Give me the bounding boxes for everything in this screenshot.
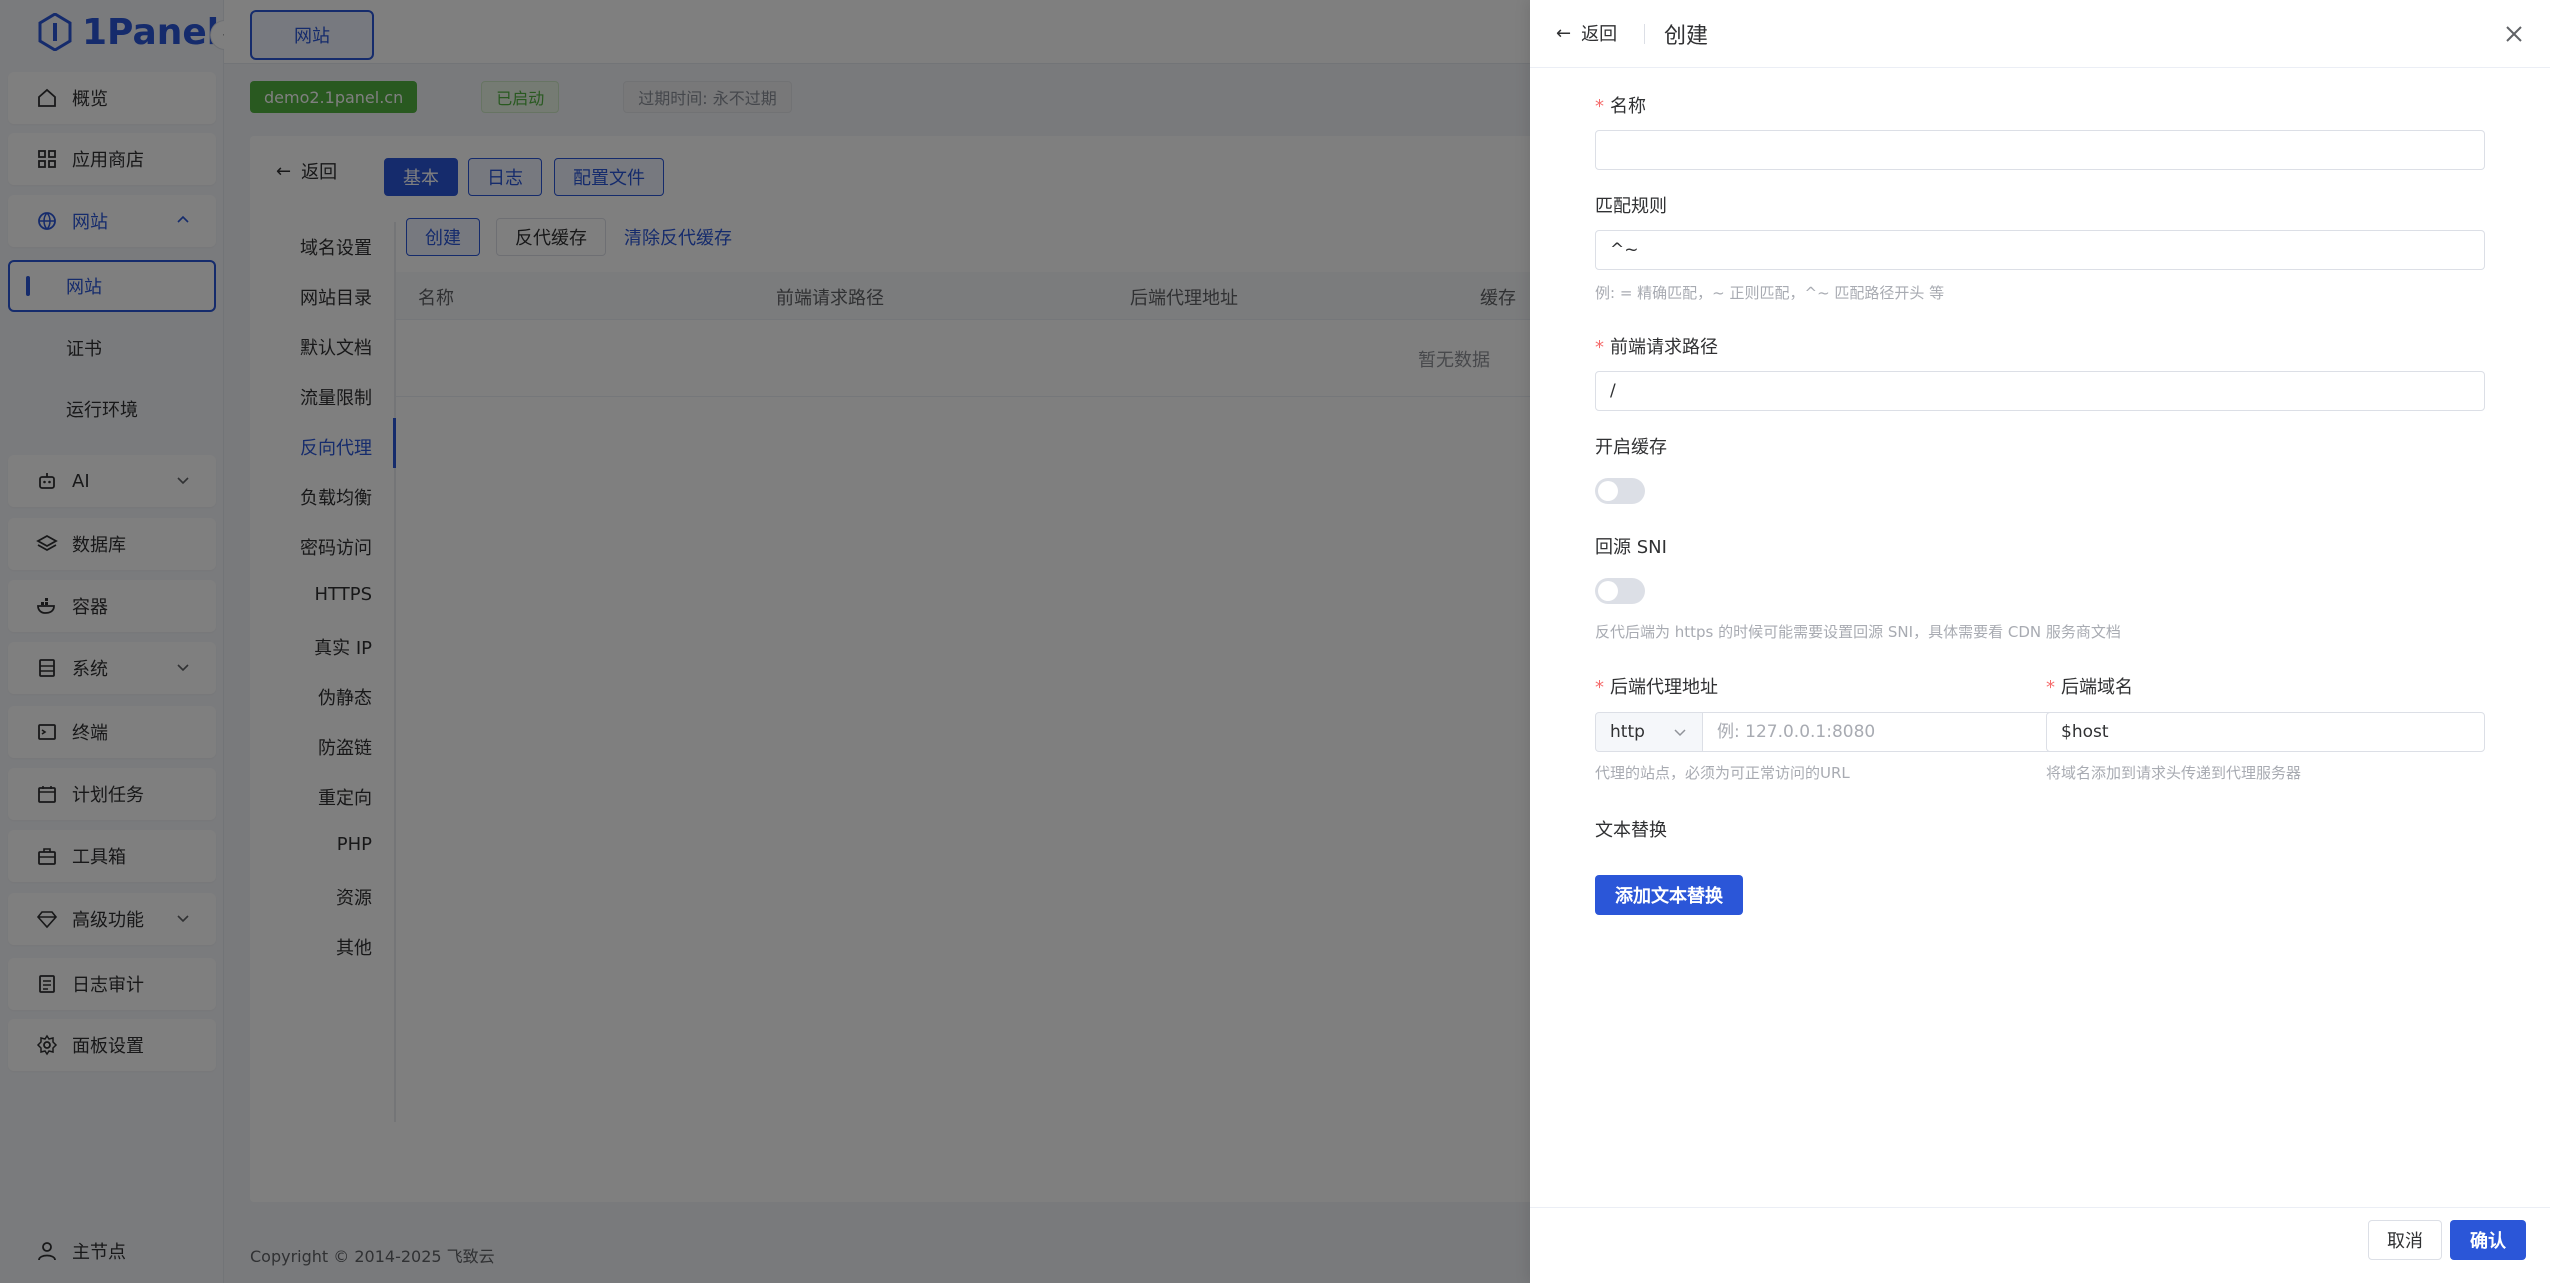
name-input[interactable] [1595,130,2485,170]
add-text-replace-button[interactable]: 添加文本替换 [1595,875,1743,915]
cache-label: 开启缓存 [1595,437,1667,458]
cache-toggle[interactable] [1595,478,1645,504]
text-replace-label: 文本替换 [1595,820,1667,841]
proxy-address-help: 代理的站点，必须为可正常访问的URL [1595,764,1850,782]
name-label: * 名称 [1595,96,1646,117]
chevron-down-icon [1674,729,1686,737]
header-divider [1644,24,1645,44]
drawer-back-label: 返回 [1581,24,1618,45]
drawer-title: 创建 [1664,24,1709,49]
proxy-address-label: * 后端代理地址 [1595,677,1718,698]
frontend-path-input[interactable] [1595,371,2485,411]
sni-help: 反代后端为 https 的时候可能需要设置回源 SNI，具体需要看 CDN 服务… [1595,623,2121,641]
sni-label: 回源 SNI [1595,537,1667,558]
close-icon[interactable] [2502,22,2526,46]
cancel-button[interactable]: 取消 [2368,1220,2442,1260]
protocol-value: http [1610,722,1645,742]
backend-host-input[interactable] [2046,712,2485,752]
frontend-path-label: * 前端请求路径 [1595,337,1718,358]
drawer-header: ← 返回 创建 [1530,0,2550,68]
match-rule-label: 匹配规则 [1595,196,1667,217]
proxy-address-input[interactable] [1702,712,2064,752]
match-rule-input[interactable] [1595,230,2485,270]
create-proxy-drawer: ← 返回 创建 *名称 匹配规则 例: = 精确匹配，~ 正则匹配，^~ 匹配路… [1530,0,2550,1283]
protocol-select[interactable]: http [1595,712,1703,752]
backend-host-help: 将域名添加到请求头传递到代理服务器 [2046,764,2302,782]
sni-toggle[interactable] [1595,578,1645,604]
modal-overlay[interactable] [0,0,1530,1283]
confirm-button[interactable]: 确认 [2450,1220,2526,1260]
backend-host-label: * 后端域名 [2046,677,2133,698]
drawer-back-button[interactable]: ← 返回 [1556,20,1617,46]
match-rule-help: 例: = 精确匹配，~ 正则匹配，^~ 匹配路径开头 等 [1595,284,1945,302]
arrow-left-icon: ← [1556,22,1572,44]
